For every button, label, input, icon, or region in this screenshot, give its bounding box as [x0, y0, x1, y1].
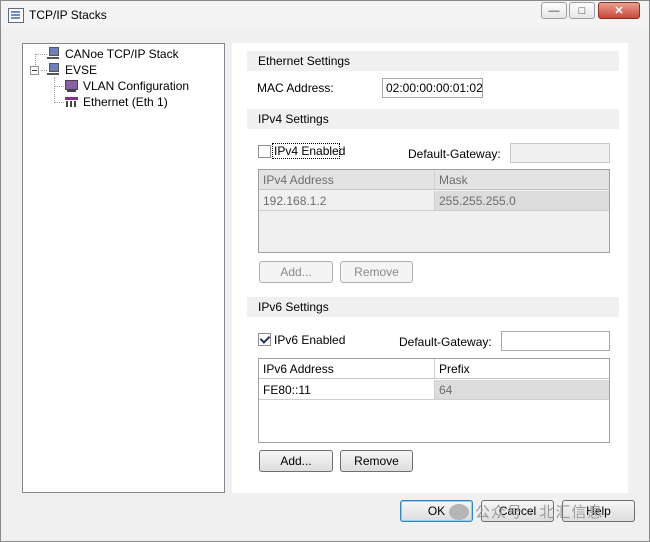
watermark-text: 公众号 · 北汇信息 — [475, 504, 604, 521]
dialog-window: TCP/IP Stacks — □ ✕ CANoe TCP/IP Stack E… — [0, 0, 650, 542]
tree-item-label: EVSE — [65, 63, 98, 77]
table-header: IPv4 Address Mask — [259, 170, 609, 190]
ipv4-settings-header: IPv4 Settings — [247, 109, 619, 129]
section-title: IPv4 Settings — [258, 112, 329, 126]
stack-tree[interactable]: CANoe TCP/IP Stack EVSE VLAN Configurati… — [22, 43, 225, 493]
ipv4-add-button[interactable]: Add... — [259, 261, 333, 283]
ipv4-enabled-label[interactable]: IPv4 Enabled — [274, 144, 345, 158]
ipv4-enabled-checkbox[interactable] — [258, 145, 271, 158]
table-cell-address[interactable]: 192.168.1.2 — [259, 191, 435, 211]
mac-address-label: MAC Address: — [257, 81, 334, 95]
ipv6-enabled-label[interactable]: IPv6 Enabled — [274, 333, 345, 347]
section-title: IPv6 Settings — [258, 300, 329, 314]
ipv4-remove-button[interactable]: Remove — [340, 261, 413, 283]
column-header[interactable]: IPv4 Address — [259, 170, 435, 190]
app-icon — [8, 8, 24, 23]
table-header: IPv6 Address Prefix — [259, 359, 609, 379]
maximize-button[interactable]: □ — [569, 2, 595, 19]
close-button[interactable]: ✕ — [598, 2, 640, 19]
ethernet-icon — [65, 95, 78, 108]
ipv6-address-table[interactable]: IPv6 Address Prefix FE80::11 64 — [258, 358, 610, 443]
section-title: Ethernet Settings — [258, 54, 351, 68]
wechat-watermark-icon — [449, 504, 469, 520]
ipv6-settings-header: IPv6 Settings — [247, 297, 619, 317]
tree-item-label: CANoe TCP/IP Stack — [65, 47, 179, 61]
ipv4-address-table[interactable]: IPv4 Address Mask 192.168.1.2 255.255.25… — [258, 169, 610, 253]
minimize-button[interactable]: — — [541, 2, 567, 19]
column-header[interactable]: Mask — [435, 170, 609, 190]
table-cell-address[interactable]: FE80::11 — [259, 380, 435, 400]
table-cell-mask[interactable]: 255.255.255.0 — [435, 191, 609, 211]
network-computer-icon — [47, 47, 60, 60]
vlan-icon — [65, 79, 78, 92]
ethernet-settings-header: Ethernet Settings — [247, 51, 619, 71]
settings-panel: Ethernet Settings MAC Address: 02:00:00:… — [232, 43, 628, 493]
collapse-toggle[interactable] — [30, 66, 39, 75]
ipv6-gateway-label: Default-Gateway: — [399, 335, 492, 349]
column-header[interactable]: Prefix — [435, 359, 609, 379]
ipv6-add-button[interactable]: Add... — [259, 450, 333, 472]
ipv4-gateway-label: Default-Gateway: — [408, 147, 501, 161]
tree-item-label: VLAN Configuration — [83, 79, 190, 93]
window-title: TCP/IP Stacks — [29, 8, 107, 22]
network-computer-icon — [47, 63, 60, 76]
ipv6-enabled-checkbox[interactable] — [258, 333, 271, 346]
ipv6-remove-button[interactable]: Remove — [340, 450, 413, 472]
mac-address-input[interactable]: 02:00:00:00:01:02 — [382, 78, 483, 98]
ipv4-gateway-input[interactable] — [510, 143, 610, 163]
column-header[interactable]: IPv6 Address — [259, 359, 435, 379]
table-cell-prefix[interactable]: 64 — [435, 380, 609, 400]
ipv6-gateway-input[interactable] — [501, 331, 610, 351]
title-bar[interactable]: TCP/IP Stacks — □ ✕ — [1, 1, 649, 29]
tree-item-label: Ethernet (Eth 1) — [83, 95, 168, 109]
